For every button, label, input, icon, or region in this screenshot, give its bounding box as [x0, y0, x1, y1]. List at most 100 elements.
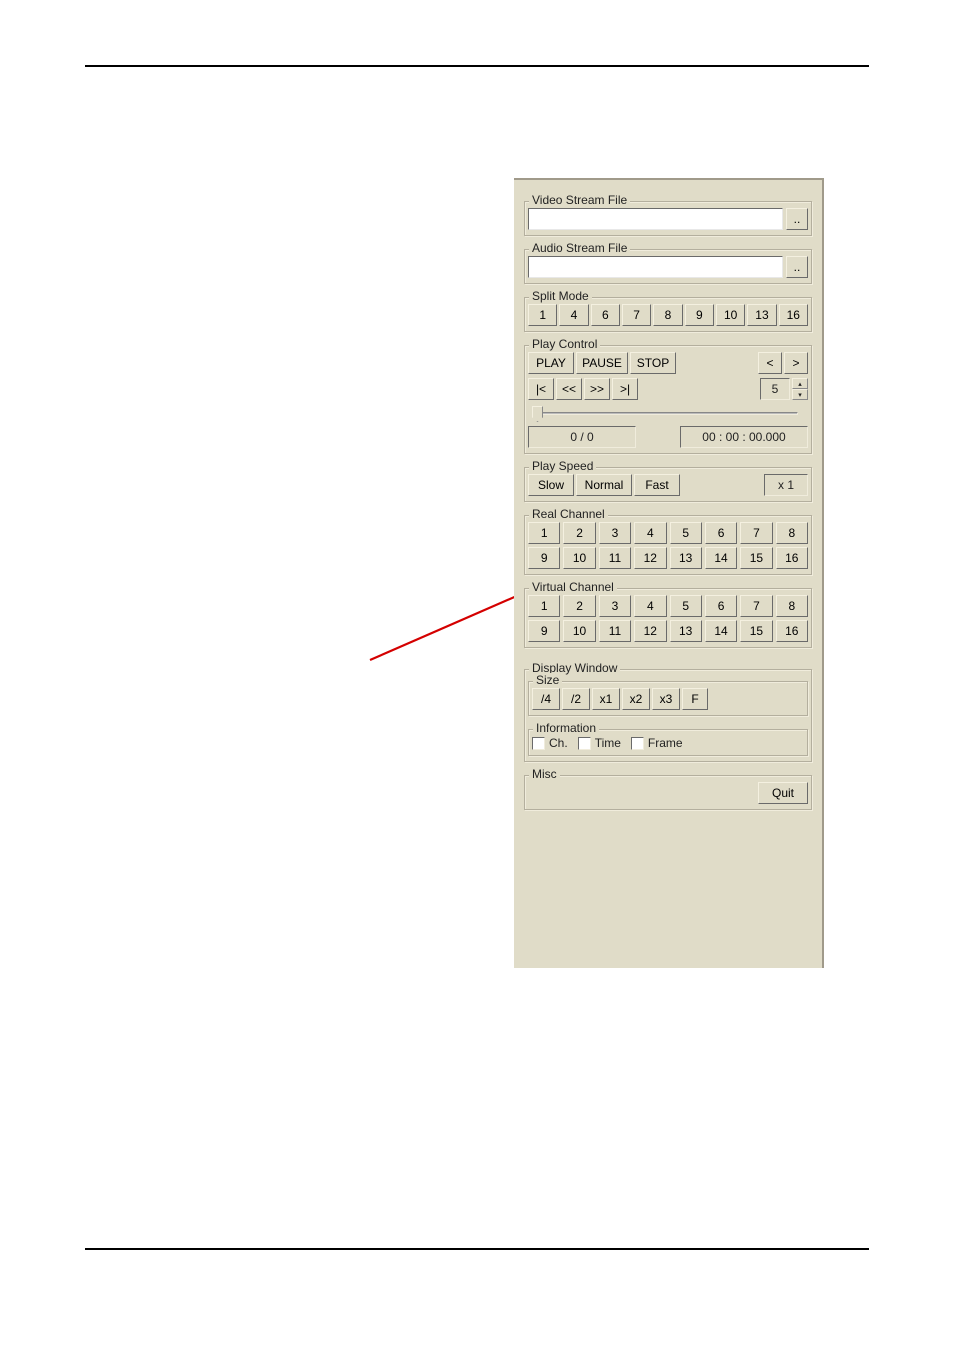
info-time-label: Time: [595, 736, 621, 750]
split-mode-8[interactable]: 8: [653, 304, 682, 326]
real-ch-15[interactable]: 15: [740, 547, 772, 569]
split-mode-6[interactable]: 6: [591, 304, 620, 326]
virt-ch-3[interactable]: 3: [599, 595, 631, 617]
video-stream-file-group: Video Stream File ..: [524, 194, 812, 236]
info-ch-checkbox[interactable]: Ch.: [532, 736, 568, 750]
real-ch-14[interactable]: 14: [705, 547, 737, 569]
audio-stream-file-group: Audio Stream File ..: [524, 242, 812, 284]
virt-ch-4[interactable]: 4: [634, 595, 666, 617]
forward-button[interactable]: >>: [584, 378, 610, 400]
video-stream-file-input[interactable]: [528, 208, 783, 230]
step-spinner[interactable]: ▴ ▾: [792, 378, 808, 400]
information-legend: Information: [533, 721, 599, 735]
info-time-checkbox[interactable]: Time: [578, 736, 621, 750]
split-mode-9[interactable]: 9: [685, 304, 714, 326]
speed-fast-button[interactable]: Fast: [634, 474, 680, 496]
play-speed-legend: Play Speed: [529, 459, 596, 473]
real-ch-12[interactable]: 12: [634, 547, 666, 569]
real-ch-1[interactable]: 1: [528, 522, 560, 544]
split-mode-legend: Split Mode: [529, 289, 592, 303]
size-x2[interactable]: x2: [622, 688, 650, 710]
split-mode-16[interactable]: 16: [779, 304, 808, 326]
audio-stream-file-browse-button[interactable]: ..: [786, 256, 808, 278]
split-mode-10[interactable]: 10: [716, 304, 745, 326]
split-mode-group: Split Mode 1 4 6 7 8 9 10 13 16: [524, 290, 812, 332]
size-x1[interactable]: x1: [592, 688, 620, 710]
stop-button[interactable]: STOP: [630, 352, 676, 374]
speed-slow-button[interactable]: Slow: [528, 474, 574, 496]
pause-button[interactable]: PAUSE: [576, 352, 628, 374]
virt-ch-8[interactable]: 8: [776, 595, 808, 617]
virt-ch-15[interactable]: 15: [740, 620, 772, 642]
play-control-legend: Play Control: [529, 337, 600, 351]
virtual-channel-group: Virtual Channel 1 2 3 4 5 6 7 8 9 10 11 …: [524, 581, 812, 648]
playback-slider[interactable]: [530, 406, 806, 420]
real-ch-13[interactable]: 13: [670, 547, 702, 569]
real-channel-legend: Real Channel: [529, 507, 608, 521]
display-window-group: Display Window Size /4 /2 x1 x2 x3 F Inf…: [524, 662, 812, 762]
slider-thumb-icon[interactable]: [532, 406, 543, 422]
prev-button[interactable]: <: [758, 352, 782, 374]
virt-ch-2[interactable]: 2: [563, 595, 595, 617]
checkbox-box-icon: [532, 737, 545, 750]
real-ch-6[interactable]: 6: [705, 522, 737, 544]
info-frame-label: Frame: [648, 736, 683, 750]
virt-ch-6[interactable]: 6: [705, 595, 737, 617]
real-ch-11[interactable]: 11: [599, 547, 631, 569]
quit-button[interactable]: Quit: [758, 782, 808, 804]
virt-ch-7[interactable]: 7: [740, 595, 772, 617]
virt-ch-9[interactable]: 9: [528, 620, 560, 642]
page-top-rule: [85, 65, 869, 67]
audio-stream-file-legend: Audio Stream File: [529, 241, 630, 255]
real-ch-10[interactable]: 10: [563, 547, 595, 569]
audio-stream-file-input[interactable]: [528, 256, 783, 278]
virt-ch-1[interactable]: 1: [528, 595, 560, 617]
real-ch-3[interactable]: 3: [599, 522, 631, 544]
play-speed-group: Play Speed Slow Normal Fast x 1: [524, 460, 812, 502]
virt-ch-14[interactable]: 14: [705, 620, 737, 642]
play-button[interactable]: PLAY: [528, 352, 574, 374]
real-ch-9[interactable]: 9: [528, 547, 560, 569]
virt-ch-5[interactable]: 5: [670, 595, 702, 617]
split-mode-7[interactable]: 7: [622, 304, 651, 326]
real-ch-5[interactable]: 5: [670, 522, 702, 544]
next-button[interactable]: >: [784, 352, 808, 374]
play-control-group: Play Control PLAY PAUSE STOP < > |< << >…: [524, 338, 812, 454]
virt-ch-12[interactable]: 12: [634, 620, 666, 642]
real-ch-7[interactable]: 7: [740, 522, 772, 544]
step-down-icon[interactable]: ▾: [792, 389, 808, 400]
video-stream-file-legend: Video Stream File: [529, 193, 630, 207]
step-up-icon[interactable]: ▴: [792, 378, 808, 389]
video-stream-file-browse-button[interactable]: ..: [786, 208, 808, 230]
virt-ch-11[interactable]: 11: [599, 620, 631, 642]
split-mode-13[interactable]: 13: [747, 304, 776, 326]
page-bottom-rule: [85, 1248, 869, 1250]
real-ch-2[interactable]: 2: [563, 522, 595, 544]
slider-rail: [538, 412, 798, 415]
info-frame-checkbox[interactable]: Frame: [631, 736, 683, 750]
rewind-button[interactable]: <<: [556, 378, 582, 400]
last-button[interactable]: >|: [612, 378, 638, 400]
speed-display: x 1: [764, 474, 808, 496]
size-quarter[interactable]: /4: [532, 688, 560, 710]
misc-legend: Misc: [529, 767, 560, 781]
virt-ch-10[interactable]: 10: [563, 620, 595, 642]
split-mode-4[interactable]: 4: [559, 304, 588, 326]
split-mode-1[interactable]: 1: [528, 304, 557, 326]
virt-ch-13[interactable]: 13: [670, 620, 702, 642]
virt-ch-16[interactable]: 16: [776, 620, 808, 642]
speed-normal-button[interactable]: Normal: [576, 474, 632, 496]
checkbox-box-icon: [631, 737, 644, 750]
real-ch-16[interactable]: 16: [776, 547, 808, 569]
size-x3[interactable]: x3: [652, 688, 680, 710]
control-panel: Video Stream File .. Audio Stream File .…: [514, 178, 824, 968]
info-ch-label: Ch.: [549, 736, 568, 750]
checkbox-box-icon: [578, 737, 591, 750]
size-half[interactable]: /2: [562, 688, 590, 710]
first-button[interactable]: |<: [528, 378, 554, 400]
size-group: Size /4 /2 x1 x2 x3 F: [528, 674, 808, 716]
real-channel-group: Real Channel 1 2 3 4 5 6 7 8 9 10 11 12 …: [524, 508, 812, 575]
real-ch-4[interactable]: 4: [634, 522, 666, 544]
size-full[interactable]: F: [682, 688, 708, 710]
real-ch-8[interactable]: 8: [776, 522, 808, 544]
